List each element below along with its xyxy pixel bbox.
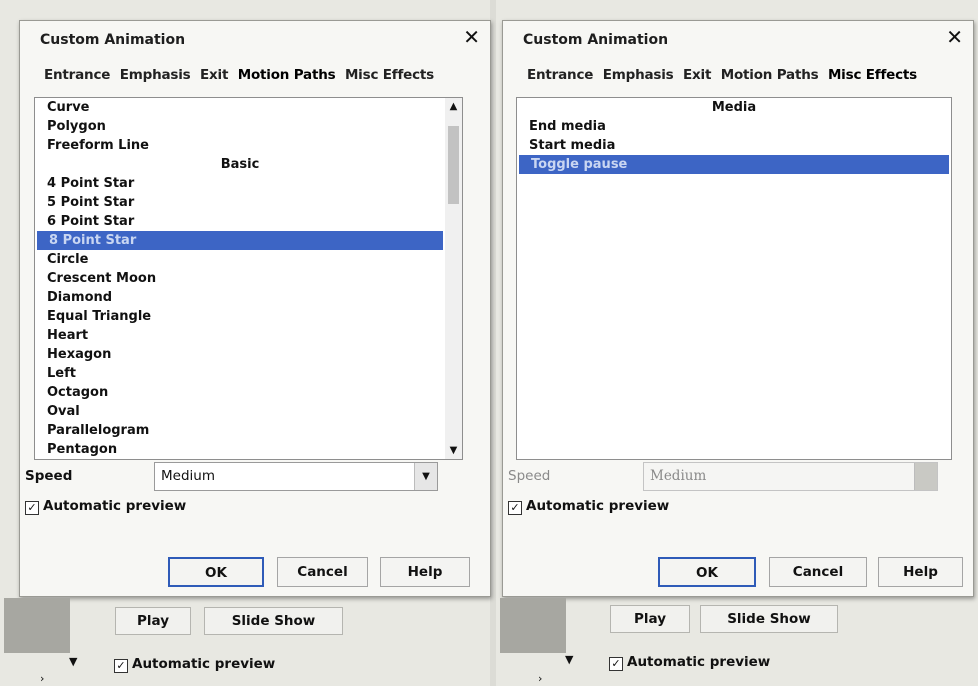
speed-value: Medium [650, 468, 707, 484]
automatic-preview-checkbox[interactable]: ✓ Automatic preview [25, 498, 186, 515]
list-item[interactable]: Heart [35, 326, 445, 345]
automatic-preview-checkbox[interactable]: ✓ Automatic preview [609, 654, 770, 671]
scroll-down-icon[interactable]: ▼ [445, 442, 462, 459]
list-item[interactable]: Crescent Moon [35, 269, 445, 288]
custom-animation-dialog-left: Custom Animation ✕ Entrance Emphasis Exi… [19, 20, 491, 597]
speed-select[interactable]: Medium ▼ [154, 462, 438, 491]
list-item[interactable]: Toggle pause [519, 155, 949, 174]
list-item[interactable]: Diamond [35, 288, 445, 307]
ok-button[interactable]: OK [168, 557, 264, 587]
cancel-button[interactable]: Cancel [769, 557, 867, 587]
tab-motion-paths[interactable]: Motion Paths [238, 67, 336, 83]
checkbox-checked-icon[interactable]: ✓ [114, 659, 128, 673]
list-item[interactable]: Left [35, 364, 445, 383]
automatic-preview-label: Automatic preview [526, 498, 670, 514]
dialog-title: Custom Animation [523, 32, 669, 48]
checkbox-checked-icon[interactable]: ✓ [25, 501, 39, 515]
list-item[interactable]: Curve [35, 98, 445, 117]
speed-label: Speed [25, 468, 73, 484]
list-scrollbar[interactable]: ▲ ▼ [445, 98, 462, 459]
list-item[interactable]: Start media [517, 136, 951, 155]
help-button[interactable]: Help [380, 557, 470, 587]
speed-label: Speed [508, 468, 551, 484]
list-group-header: Media [711, 100, 757, 115]
list-item[interactable]: Parallelogram [35, 421, 445, 440]
tab-exit[interactable]: Exit [683, 67, 711, 83]
list-item[interactable]: Polygon [35, 117, 445, 136]
tab-exit[interactable]: Exit [200, 67, 228, 83]
tab-bar: Entrance Emphasis Exit Motion Paths Misc… [44, 67, 439, 83]
effects-list[interactable]: Curve Polygon Freeform Line Basic 4 Point St… [34, 97, 463, 460]
chevron-down-icon[interactable]: ▼ [414, 463, 437, 490]
chevron-right-icon[interactable]: › [538, 672, 542, 685]
scroll-up-icon[interactable]: ▲ [445, 98, 462, 115]
ok-button[interactable]: OK [658, 557, 756, 587]
chevron-down-icon[interactable]: ▼ [69, 655, 77, 668]
custom-animation-dialog-right: Custom Animation ✕ Entrance Emphasis Exi… [502, 20, 974, 597]
checkbox-checked-icon[interactable]: ✓ [609, 657, 623, 671]
tab-entrance[interactable]: Entrance [527, 67, 593, 83]
speed-select: Medium [643, 462, 938, 491]
scroll-thumb[interactable] [448, 126, 459, 204]
speed-value: Medium [161, 468, 215, 484]
slide-show-button[interactable]: Slide Show [204, 607, 343, 635]
effects-list[interactable]: Media End media Start media Toggle pause [516, 97, 952, 460]
list-item[interactable]: 4 Point Star [35, 174, 445, 193]
panel-shadow-block [4, 598, 70, 653]
tab-emphasis[interactable]: Emphasis [603, 67, 674, 83]
dialog-title: Custom Animation [40, 32, 186, 48]
list-item[interactable]: 5 Point Star [35, 193, 445, 212]
automatic-preview-checkbox[interactable]: ✓ Automatic preview [114, 656, 275, 673]
help-button[interactable]: Help [878, 557, 963, 587]
list-item[interactable]: Octagon [35, 383, 445, 402]
automatic-preview-label: Automatic preview [627, 654, 771, 670]
list-item[interactable]: Oval [35, 402, 445, 421]
slide-show-button[interactable]: Slide Show [700, 605, 838, 633]
tab-misc-effects[interactable]: Misc Effects [828, 67, 917, 83]
list-item[interactable]: Circle [35, 250, 445, 269]
tab-misc-effects[interactable]: Misc Effects [345, 67, 434, 83]
chevron-right-icon[interactable]: › [40, 672, 44, 685]
list-item[interactable]: Pentagon [35, 440, 445, 459]
list-item[interactable]: Equal Triangle [35, 307, 445, 326]
automatic-preview-label: Automatic preview [43, 498, 187, 514]
panel-shadow-block [500, 598, 566, 653]
list-item[interactable]: Freeform Line [35, 136, 445, 155]
list-group-header: Basic [220, 157, 260, 172]
chevron-down-icon[interactable]: ▼ [565, 653, 573, 666]
list-item[interactable]: 6 Point Star [35, 212, 445, 231]
list-item[interactable]: 8 Point Star [37, 231, 443, 250]
close-icon[interactable]: ✕ [946, 27, 963, 47]
tab-motion-paths[interactable]: Motion Paths [721, 67, 819, 83]
cancel-button[interactable]: Cancel [277, 557, 368, 587]
tab-emphasis[interactable]: Emphasis [120, 67, 191, 83]
automatic-preview-label: Automatic preview [132, 656, 276, 672]
close-icon[interactable]: ✕ [463, 27, 480, 47]
automatic-preview-checkbox[interactable]: ✓ Automatic preview [508, 498, 669, 515]
dropdown-arrow-disabled [914, 463, 937, 490]
play-button[interactable]: Play [115, 607, 191, 635]
list-item[interactable]: End media [517, 117, 951, 136]
list-item[interactable]: Hexagon [35, 345, 445, 364]
tab-entrance[interactable]: Entrance [44, 67, 110, 83]
play-button[interactable]: Play [610, 605, 690, 633]
checkbox-checked-icon[interactable]: ✓ [508, 501, 522, 515]
tab-bar: Entrance Emphasis Exit Motion Paths Misc… [527, 67, 922, 83]
